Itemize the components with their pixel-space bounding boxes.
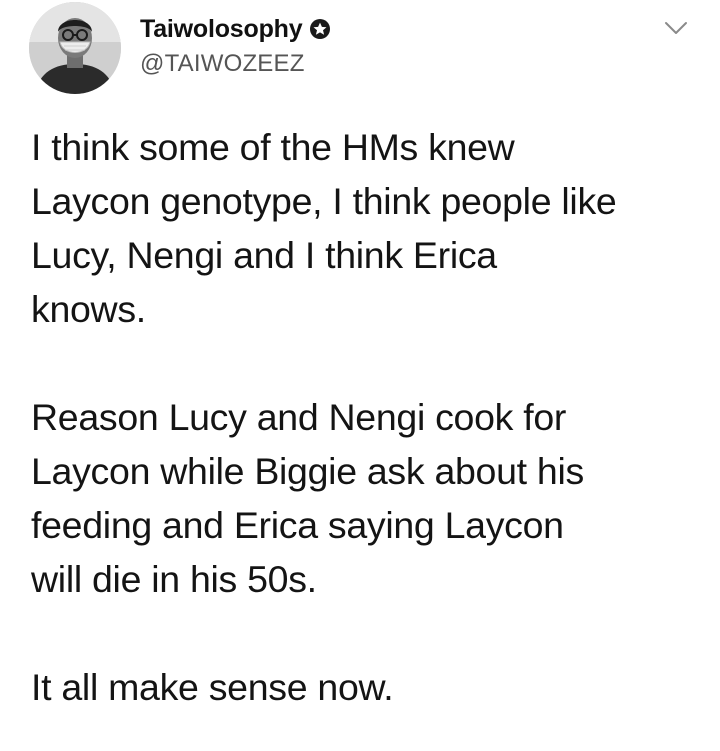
tweet-paragraph: Reason Lucy and Nengi cook for Laycon wh…	[31, 390, 706, 606]
tweet-text-line: feeding and Erica saying Laycon	[31, 504, 564, 546]
tweet-card: Taiwolosophy @TAIWOZEEZ I think some of …	[0, 0, 720, 751]
tweet-text-line: knows.	[31, 288, 146, 330]
tweet-text-line: Lucy, Nengi and I think Erica	[31, 234, 497, 276]
author-display-name[interactable]: Taiwolosophy	[140, 15, 303, 44]
tweet-text-line: I think some of the HMs knew	[31, 126, 515, 168]
author-handle[interactable]: @TAIWOZEEZ	[140, 50, 305, 78]
tweet-paragraph: It all make sense now.	[31, 660, 706, 714]
tweet-text: I think some of the HMs knew Laycon geno…	[31, 120, 706, 714]
avatar-photo	[29, 2, 121, 94]
verified-icon	[309, 18, 331, 40]
author-avatar[interactable]	[29, 2, 121, 94]
chevron-down-icon	[665, 22, 687, 34]
tweet-text-line: will die in his 50s.	[31, 558, 317, 600]
tweet-text-line: Laycon while Biggie ask about his	[31, 450, 584, 492]
tweet-menu-button[interactable]	[662, 14, 690, 42]
tweet-paragraph: I think some of the HMs knew Laycon geno…	[31, 120, 706, 336]
tweet-text-line: Laycon genotype, I think people like	[31, 180, 617, 222]
tweet-text-line: Reason Lucy and Nengi cook for	[31, 396, 567, 438]
tweet-text-line: It all make sense now.	[31, 666, 394, 708]
author-name-row[interactable]: Taiwolosophy	[140, 14, 331, 44]
